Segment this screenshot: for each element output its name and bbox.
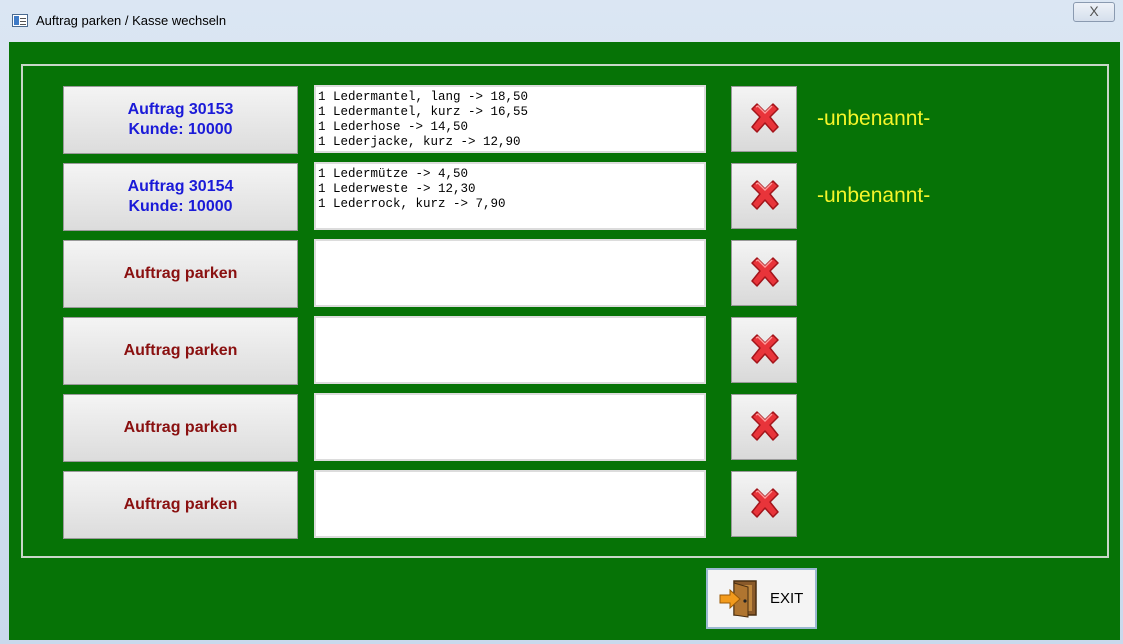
delete-slot-button[interactable]	[731, 86, 797, 152]
exit-door-icon	[719, 580, 757, 618]
slot-items-list[interactable]: 1 Ledermütze -> 4,50 1 Lederweste -> 12,3…	[314, 162, 706, 230]
item-line: 1 Lederrock, kurz -> 7,90	[318, 197, 506, 211]
red-x-icon	[751, 257, 779, 287]
title-bar: Auftrag parken / Kasse wechseln X	[0, 0, 1123, 40]
slot-name-label: -unbenannt-	[817, 107, 931, 130]
slot-items-list[interactable]	[314, 316, 706, 384]
red-x-icon	[751, 103, 779, 133]
slot-items-list[interactable]	[314, 393, 706, 461]
slot-customer: Kunde: 10000	[128, 198, 233, 215]
red-x-icon	[751, 411, 779, 441]
item-line: 1 Lederweste -> 12,30	[318, 182, 476, 196]
close-icon: X	[1089, 3, 1099, 19]
slot-button[interactable]: Auftrag 30154 Kunde: 10000	[63, 163, 298, 231]
red-x-icon	[751, 488, 779, 518]
slot-title: Auftrag parken	[123, 496, 238, 513]
item-line: 1 Ledermütze -> 4,50	[318, 167, 469, 181]
window-title: Auftrag parken / Kasse wechseln	[36, 13, 227, 28]
delete-slot-button[interactable]	[731, 240, 797, 306]
red-x-icon	[751, 334, 779, 364]
app-window: Auftrag parken / Kasse wechseln X Auftra…	[0, 0, 1123, 644]
item-line: 1 Lederjacke, kurz -> 12,90	[318, 135, 521, 149]
item-line: 1 Ledermantel, lang -> 18,50	[318, 90, 529, 104]
slot-button[interactable]: Auftrag parken	[63, 240, 298, 308]
red-x-icon	[751, 180, 779, 210]
exit-label: EXIT	[770, 590, 804, 607]
slot-button[interactable]: Auftrag parken	[63, 317, 298, 385]
slot-title: Auftrag 30153	[127, 101, 234, 118]
slot-button[interactable]: Auftrag parken	[63, 394, 298, 462]
slot-button[interactable]: Auftrag parken	[63, 471, 298, 539]
form-icon	[12, 14, 28, 27]
item-line: 1 Ledermantel, kurz -> 16,55	[318, 105, 529, 119]
slot-title: Auftrag 30154	[127, 178, 234, 195]
delete-slot-button[interactable]	[731, 394, 797, 460]
slot-items-list[interactable]	[314, 239, 706, 307]
close-button[interactable]: X	[1073, 2, 1115, 22]
item-line: 1 Lederhose -> 14,50	[318, 120, 469, 134]
delete-slot-button[interactable]	[731, 317, 797, 383]
slot-title: Auftrag parken	[123, 419, 238, 436]
slot-title: Auftrag parken	[123, 265, 238, 282]
slot-customer: Kunde: 10000	[128, 121, 233, 138]
exit-button[interactable]: EXIT	[706, 568, 817, 629]
slot-button[interactable]: Auftrag 30153 Kunde: 10000	[63, 86, 298, 154]
slot-items-list[interactable]	[314, 470, 706, 538]
delete-slot-button[interactable]	[731, 471, 797, 537]
slot-name-label: -unbenannt-	[817, 184, 931, 207]
slot-title: Auftrag parken	[123, 342, 238, 359]
delete-slot-button[interactable]	[731, 163, 797, 229]
slot-items-list[interactable]: 1 Ledermantel, lang -> 18,50 1 Ledermante…	[314, 85, 706, 153]
